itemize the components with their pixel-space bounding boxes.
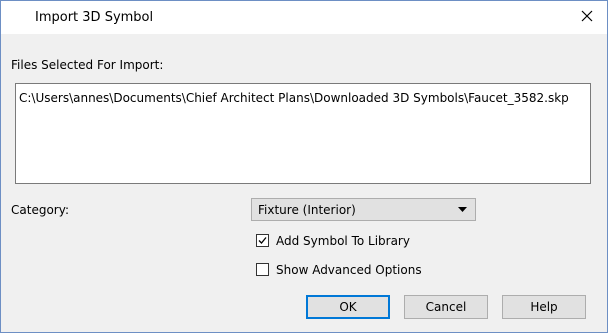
close-icon <box>581 10 593 22</box>
add-to-library-label[interactable]: Add Symbol To Library <box>276 234 410 248</box>
cancel-button[interactable]: Cancel <box>404 295 488 319</box>
category-select[interactable]: Fixture (Interior) <box>251 198 476 221</box>
ok-button[interactable]: OK <box>306 295 390 319</box>
show-advanced-checkbox[interactable] <box>256 263 269 276</box>
dialog-title: Import 3D Symbol <box>35 10 154 25</box>
title-bar[interactable]: Import 3D Symbol <box>1 1 607 34</box>
show-advanced-label[interactable]: Show Advanced Options <box>276 263 422 277</box>
category-label: Category: <box>11 203 69 217</box>
checkmark-icon <box>258 237 267 244</box>
files-selected-label: Files Selected For Import: <box>11 58 164 72</box>
close-button[interactable] <box>567 1 607 31</box>
category-selected-value: Fixture (Interior) <box>258 203 356 217</box>
help-button[interactable]: Help <box>502 295 586 319</box>
files-list-box[interactable]: C:\Users\annes\Documents\Chief Architect… <box>15 83 591 184</box>
chevron-down-icon <box>458 207 467 212</box>
file-path-item[interactable]: C:\Users\annes\Documents\Chief Architect… <box>19 91 569 105</box>
add-to-library-checkbox[interactable] <box>256 234 269 247</box>
import-3d-symbol-dialog: Import 3D Symbol Files Selected For Impo… <box>0 0 608 333</box>
